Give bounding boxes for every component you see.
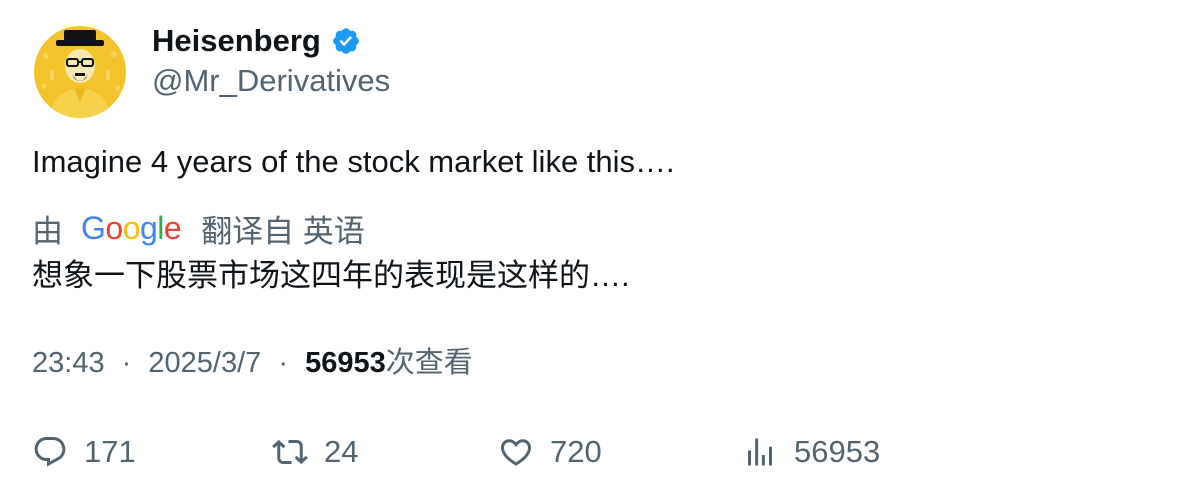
google-letter: g (139, 209, 158, 246)
retweet-button[interactable]: 24 (272, 430, 358, 474)
translation-attribution[interactable]: 由 G o o g l e 翻译自 英语 (32, 208, 365, 249)
heart-icon (500, 439, 532, 466)
google-letter: G (81, 209, 106, 246)
like-button[interactable]: 720 (498, 430, 602, 474)
user-handle[interactable]: @Mr_Derivatives (152, 62, 390, 100)
google-logo-icon: G o o g l e (81, 209, 182, 247)
views-label: 次查看 (385, 347, 473, 379)
tweet-meta: 23:43 · 2025/3/7 · 56953次查看 (32, 344, 473, 382)
translated-tweet-text: 想象一下股票市场这四年的表现是这样的…. (32, 258, 630, 293)
translation-suffix: 翻译自 英语 (201, 213, 365, 249)
translation-prefix: 由 (32, 213, 63, 249)
verified-badge-icon (331, 26, 361, 56)
display-name[interactable]: Heisenberg (152, 22, 361, 60)
meta-separator: · (278, 347, 288, 379)
reply-button[interactable]: 171 (32, 430, 136, 474)
views-action-count: 56953 (794, 434, 881, 469)
tweet-date[interactable]: 2025/3/7 (148, 347, 261, 379)
tweet-time[interactable]: 23:43 (32, 347, 105, 379)
display-name-text: Heisenberg (152, 23, 321, 58)
tweet-text: Imagine 4 years of the stock market like… (32, 144, 675, 179)
heisenberg-avatar-icon (34, 26, 126, 118)
reply-count: 171 (84, 434, 136, 469)
retweet-icon (272, 439, 308, 465)
retweet-count: 24 (324, 434, 359, 469)
like-count: 720 (550, 434, 602, 469)
google-letter: o (122, 209, 141, 246)
views-count: 56953 (305, 347, 386, 379)
google-letter: l (157, 209, 164, 246)
meta-separator: · (121, 347, 132, 379)
reply-icon (34, 437, 66, 467)
google-letter: e (163, 209, 182, 246)
views-button[interactable]: 56953 (742, 430, 880, 474)
analytics-icon (748, 438, 772, 466)
avatar[interactable] (34, 26, 126, 118)
google-letter: o (105, 209, 123, 246)
